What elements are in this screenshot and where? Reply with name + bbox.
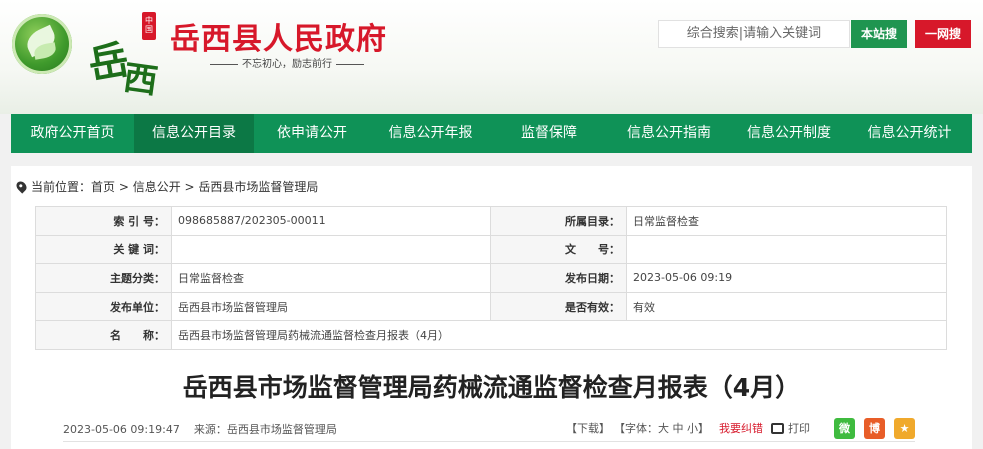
article-info-left: 2023-05-06 09:19:47 来源：岳西县市场监督管理局: [63, 421, 337, 437]
nav-item-apply[interactable]: 依申请公开: [254, 114, 370, 153]
weibo-share-icon[interactable]: 博: [864, 417, 885, 439]
nav-item-rules[interactable]: 信息公开制度: [731, 114, 847, 153]
font-small-link[interactable]: 小: [687, 420, 698, 436]
tea-leaf-logo-icon[interactable]: [12, 14, 72, 74]
breadcrumb-home[interactable]: 首页: [91, 180, 115, 194]
web-search-button[interactable]: 一网搜: [915, 20, 971, 48]
main-nav: 政府公开首页 信息公开目录 依申请公开 信息公开年报 监督保障 信息公开指南 信…: [11, 114, 972, 153]
site-slogan: 不忘初心，励志前行: [206, 55, 368, 70]
table-row: 索 引 号： 098685887/202305-00011 所属目录： 日常监督…: [35, 206, 947, 236]
publisher-value: 岳西县市场监督管理局: [171, 291, 491, 322]
valid-value: 有效: [626, 291, 947, 322]
nav-item-catalog[interactable]: 信息公开目录: [134, 114, 254, 153]
font-size-prefix: 【字体：: [614, 422, 658, 435]
nav-item-guide[interactable]: 信息公开指南: [607, 114, 731, 153]
topic-label: 主题分类：: [35, 263, 172, 293]
doc-no-value: [626, 234, 947, 265]
breadcrumb-info[interactable]: 信息公开: [133, 180, 181, 194]
table-row: 主题分类： 日常监督检查 发布日期： 2023-05-06 09:19: [35, 263, 947, 293]
table-row: 发布单位： 岳西县市场监督管理局 是否有效： 有效: [35, 291, 947, 322]
topic-value: 日常监督检查: [171, 263, 491, 293]
publisher-label: 发布单位：: [35, 291, 172, 322]
content-panel: 当前位置：首页 > 信息公开 > 岳西县市场监督管理局 索 引 号： 09868…: [11, 166, 972, 449]
location-pin-icon: [14, 179, 29, 194]
font-large-link[interactable]: 大: [658, 420, 669, 436]
nav-item-supervision[interactable]: 监督保障: [491, 114, 607, 153]
breadcrumb-bureau[interactable]: 岳西县市场监督管理局: [198, 180, 318, 194]
favorite-star-icon[interactable]: ★: [894, 417, 915, 439]
article-info-bar: 2023-05-06 09:19:47 来源：岳西县市场监督管理局 【下载】 【字…: [63, 416, 915, 442]
nav-item-home[interactable]: 政府公开首页: [11, 114, 134, 153]
wechat-share-icon[interactable]: 微: [834, 417, 855, 439]
correction-link[interactable]: 我要纠错: [719, 420, 763, 436]
article-title: 岳西县市场监督管理局药械流通监督检查月报表（4月）: [182, 373, 801, 402]
index-no-value: 098685887/202305-00011: [171, 206, 491, 236]
catalog-label: 所属目录：: [490, 206, 627, 236]
keywords-value: [171, 234, 491, 265]
name-value: 岳西县市场监督管理局药械流通监督检查月报表（4月）: [171, 320, 947, 350]
site-title[interactable]: 岳西县人民政府: [170, 14, 387, 58]
china-seal: 中国: [142, 12, 156, 40]
calligraphy-logo: 岳 西: [84, 16, 170, 102]
breadcrumb-prefix: 当前位置：: [31, 180, 92, 194]
publish-datetime: 2023-05-06 09:19:47: [63, 423, 180, 436]
nav-item-statistics[interactable]: 信息公开统计: [847, 114, 972, 153]
slogan-text: 不忘初心，励志前行: [242, 59, 332, 70]
site-search-button[interactable]: 本站搜: [851, 20, 907, 48]
date-value: 2023-05-06 09:19: [626, 263, 947, 293]
name-label: 名 称：: [35, 320, 172, 350]
calligraphy-char-2: 西: [120, 57, 161, 103]
catalog-value: 日常监督检查: [626, 206, 947, 236]
printer-icon[interactable]: [771, 422, 784, 434]
date-label: 发布日期：: [490, 263, 627, 293]
table-row: 名 称： 岳西县市场监督管理局药械流通监督检查月报表（4月）: [35, 320, 947, 350]
download-link[interactable]: 【下载】: [566, 420, 610, 436]
article-source: 来源：岳西县市场监督管理局: [193, 423, 337, 436]
valid-label: 是否有效：: [490, 291, 627, 322]
keywords-label: 关 键 词：: [35, 234, 172, 265]
print-link[interactable]: 打印: [788, 420, 810, 436]
index-no-label: 索 引 号：: [35, 206, 172, 236]
search-input[interactable]: 综合搜索|请输入关键词: [658, 20, 850, 48]
doc-no-label: 文 号：: [490, 234, 627, 265]
article-tools: 【下载】 【字体： 大 中 小 】 我要纠错 打印 微 博 ★: [566, 416, 915, 440]
breadcrumb: 当前位置：首页 > 信息公开 > 岳西县市场监督管理局: [14, 178, 318, 195]
document-meta-table: 索 引 号： 098685887/202305-00011 所属目录： 日常监督…: [35, 206, 947, 350]
table-row: 关 键 词： 文 号：: [35, 234, 947, 265]
site-header: 岳 西 中国 岳西县人民政府 不忘初心，励志前行 综合搜索|请输入关键词 本站搜…: [0, 0, 983, 114]
font-medium-link[interactable]: 中: [673, 420, 684, 436]
font-size-suffix: 】: [698, 422, 709, 435]
nav-item-annual-report[interactable]: 信息公开年报: [370, 114, 491, 153]
